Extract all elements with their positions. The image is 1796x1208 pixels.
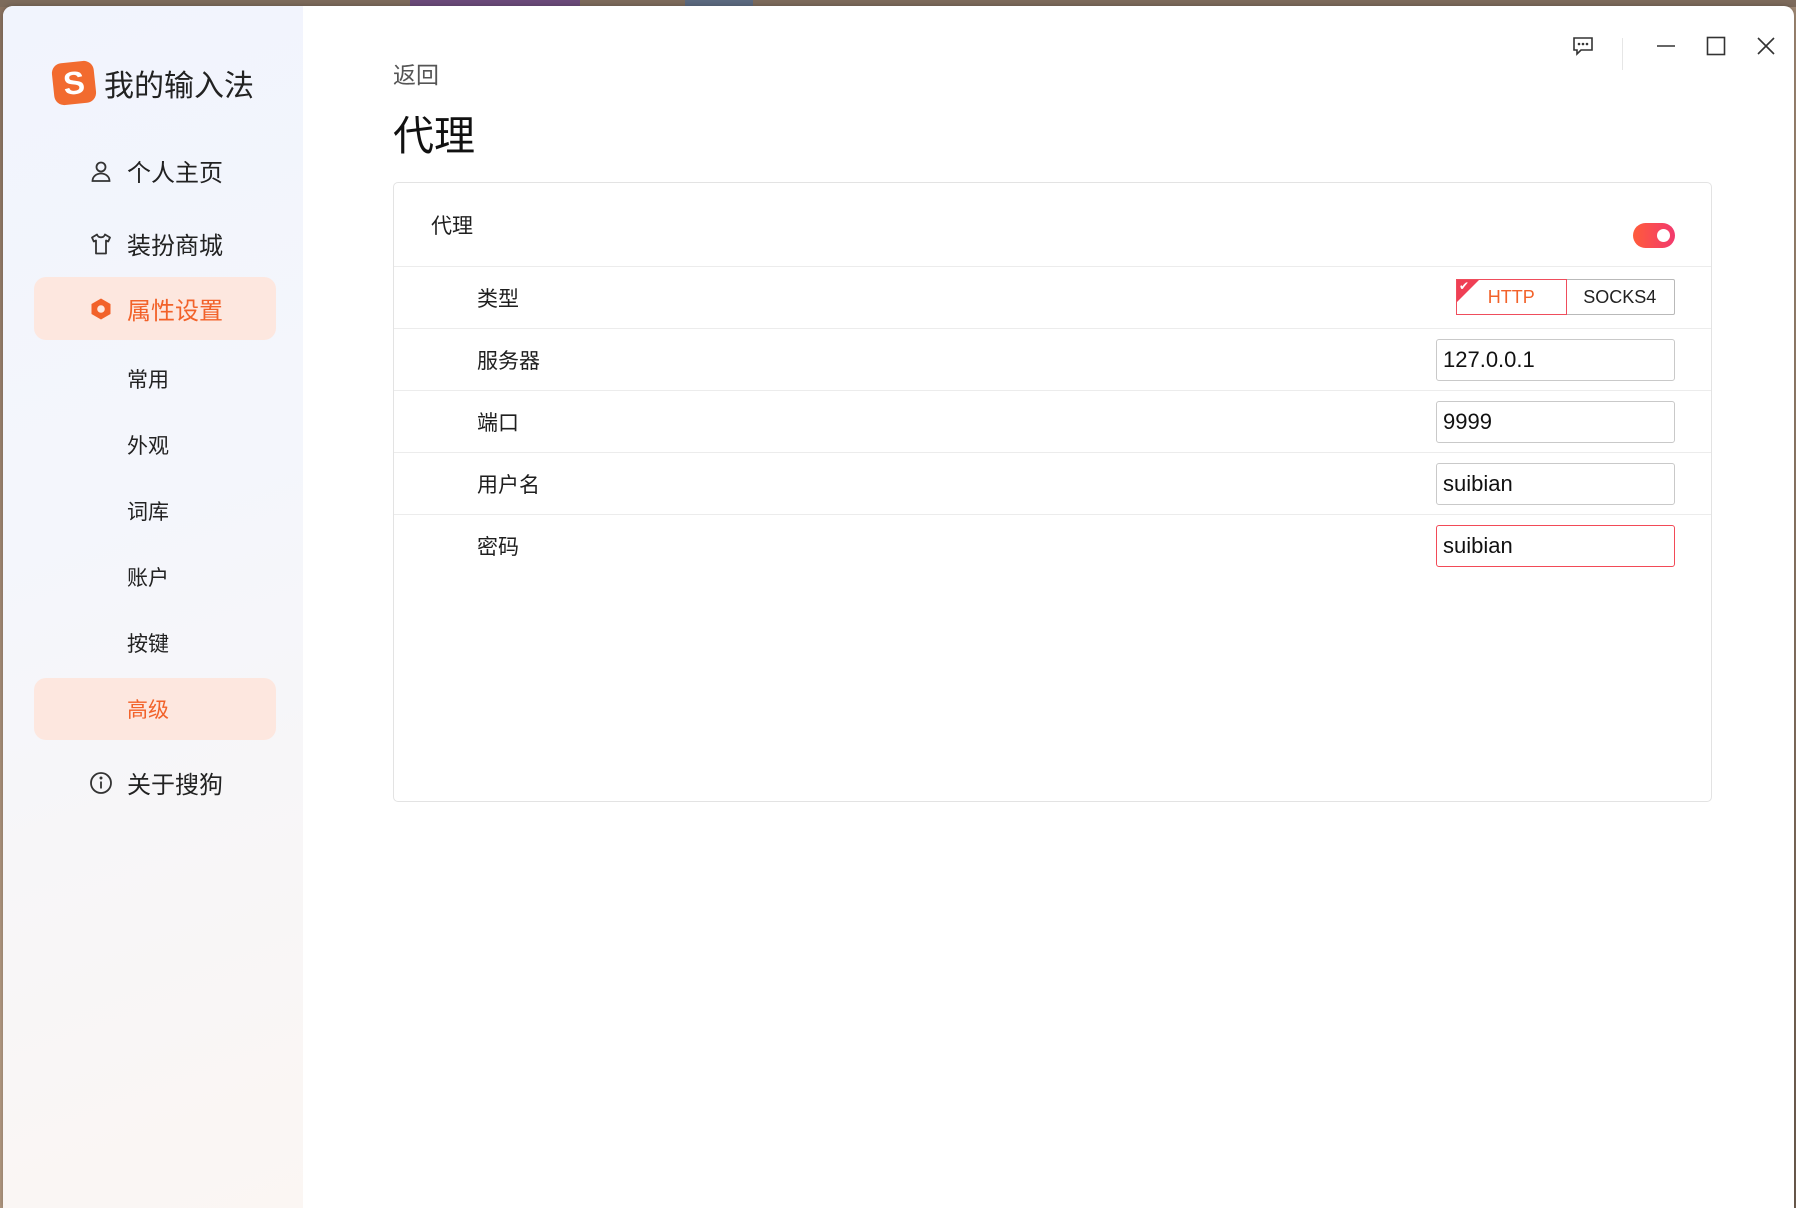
sidebar-item-label: 个人主页 [127, 159, 223, 187]
feedback-icon [1572, 36, 1594, 60]
app-name: 我的输入法 [104, 69, 254, 104]
titlebar-divider [1622, 38, 1623, 70]
sub-item-label: 常用 [127, 368, 169, 392]
proxy-type-socks4[interactable]: SOCKS4 [1566, 280, 1675, 314]
page-title: 代理 [393, 112, 475, 160]
app-logo: S 我的输入法 [50, 59, 254, 107]
type-label: 类型 [477, 286, 519, 311]
sub-item-label: 外观 [127, 434, 169, 458]
sub-item-dictionary[interactable]: 词库 [34, 480, 276, 542]
option-label: SOCKS4 [1583, 286, 1657, 307]
sub-item-account[interactable]: 账户 [34, 546, 276, 608]
proxy-port-row: 端口 [394, 391, 1711, 453]
sidebar: S 我的输入法 个人主页 装扮商城 属性设置 常用 外观 词库 账户 按键 高级… [3, 6, 303, 1208]
maximize-icon [1706, 36, 1726, 60]
proxy-password-row: 密码 [394, 515, 1711, 577]
shirt-icon [89, 232, 113, 256]
sidebar-item-settings[interactable]: 属性设置 [34, 277, 276, 340]
info-icon [89, 771, 113, 795]
back-link[interactable]: 返回 [393, 56, 439, 90]
sub-item-advanced[interactable]: 高级 [34, 678, 276, 740]
sidebar-item-profile[interactable]: 个人主页 [34, 139, 276, 202]
sub-item-common[interactable]: 常用 [34, 348, 276, 410]
proxy-toggle[interactable] [1633, 223, 1675, 248]
check-icon: ✔ [1459, 279, 1470, 293]
port-input[interactable] [1436, 401, 1675, 443]
username-input[interactable] [1436, 463, 1675, 505]
sub-item-label: 账户 [127, 566, 169, 590]
sidebar-item-label: 关于搜狗 [127, 771, 223, 799]
feedback-button[interactable] [1563, 28, 1603, 68]
sub-item-label: 词库 [127, 500, 169, 524]
settings-window: S 我的输入法 个人主页 装扮商城 属性设置 常用 外观 词库 账户 按键 高级… [3, 6, 1794, 1208]
password-label: 密码 [477, 535, 519, 559]
sidebar-item-label: 属性设置 [127, 297, 223, 325]
proxy-type-selector: ✔ HTTP SOCKS4 [1456, 279, 1675, 315]
close-icon [1756, 36, 1776, 60]
close-button[interactable] [1746, 28, 1786, 68]
sub-item-label: 按键 [127, 632, 169, 656]
maximize-button[interactable] [1696, 28, 1736, 68]
option-label: HTTP [1487, 286, 1535, 307]
sub-item-keys[interactable]: 按键 [34, 612, 276, 674]
sidebar-item-store[interactable]: 装扮商城 [34, 212, 276, 275]
settings-hex-icon [89, 297, 113, 321]
server-label: 服务器 [477, 348, 540, 373]
minimize-button[interactable] [1646, 28, 1686, 68]
minimize-icon [1656, 36, 1676, 60]
proxy-label: 代理 [431, 213, 473, 238]
sub-item-appearance[interactable]: 外观 [34, 414, 276, 476]
proxy-server-row: 服务器 [394, 329, 1711, 391]
user-icon [89, 159, 113, 183]
proxy-type-row: 类型 ✔ HTTP SOCKS4 [394, 267, 1711, 329]
main-content: 返回 代理 代理 类型 ✔ HTTP SOCKS4 服务器 127.0.0.1 … [303, 6, 1794, 1208]
proxy-username-row: 用户名 [394, 453, 1711, 515]
port-label: 端口 [477, 410, 519, 435]
server-input[interactable] [1436, 339, 1675, 381]
password-input[interactable] [1436, 525, 1675, 567]
sogou-logo-icon: S [50, 59, 98, 107]
sub-item-label: 高级 [127, 698, 169, 722]
proxy-type-http[interactable]: ✔ HTTP [1456, 279, 1567, 315]
proxy-settings-card: 代理 类型 ✔ HTTP SOCKS4 服务器 127.0.0.1 端口 999… [393, 182, 1712, 802]
sidebar-item-about[interactable]: 关于搜狗 [34, 751, 276, 814]
sidebar-item-label: 装扮商城 [127, 232, 223, 260]
username-label: 用户名 [477, 472, 540, 497]
proxy-toggle-row: 代理 [394, 183, 1711, 267]
